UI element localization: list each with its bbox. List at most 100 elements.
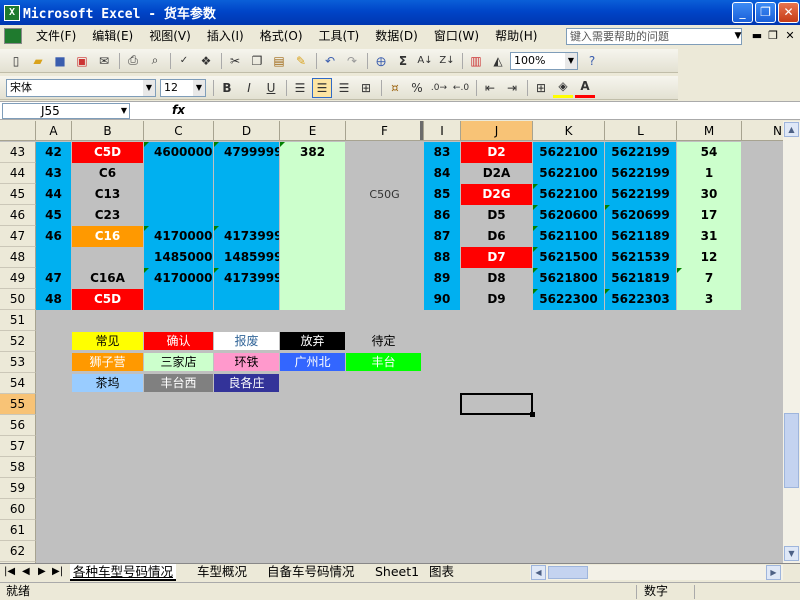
- cell-l45[interactable]: 5622199: [605, 184, 676, 205]
- row-header-52[interactable]: 52: [0, 331, 36, 352]
- hyperlink-icon[interactable]: 🜨: [371, 51, 391, 71]
- cell-i50[interactable]: 90: [424, 289, 460, 310]
- cell-c48[interactable]: 1485000: [144, 247, 213, 268]
- cell-i48[interactable]: 88: [424, 247, 460, 268]
- row-header-58[interactable]: 58: [0, 457, 36, 478]
- cell-l48[interactable]: 5621539: [605, 247, 676, 268]
- sort-descending-icon[interactable]: Z↓: [437, 51, 457, 71]
- new-icon[interactable]: ▯: [6, 51, 26, 71]
- cell-i49[interactable]: 89: [424, 268, 460, 289]
- scroll-right-icon[interactable]: ▶: [766, 565, 781, 580]
- cell-e43[interactable]: 382: [280, 142, 345, 163]
- cell-d46[interactable]: [214, 205, 279, 226]
- cell-e45[interactable]: [280, 184, 345, 205]
- cell-l50[interactable]: 5622303: [605, 289, 676, 310]
- cell-m43[interactable]: 54: [677, 142, 741, 163]
- cell-c44[interactable]: [144, 163, 213, 184]
- paste-icon[interactable]: ▤: [269, 51, 289, 71]
- row-header-61[interactable]: 61: [0, 520, 36, 541]
- menu-view[interactable]: 视图(V): [141, 25, 199, 47]
- cell-j44[interactable]: D2A: [461, 163, 532, 184]
- increase-indent-icon[interactable]: ⇥: [502, 78, 522, 98]
- column-header-k[interactable]: K: [533, 121, 605, 141]
- row-header-55[interactable]: 55: [0, 394, 36, 415]
- cell-c45[interactable]: [144, 184, 213, 205]
- percent-icon[interactable]: %: [407, 78, 427, 98]
- cell-b44[interactable]: C6: [72, 163, 143, 184]
- cell-d47[interactable]: 4173999: [214, 226, 279, 247]
- sheet-tab-3[interactable]: Sheet1: [372, 564, 422, 581]
- close-button[interactable]: ✕: [778, 2, 799, 23]
- sheet-tab-1[interactable]: 车型概况: [194, 564, 250, 581]
- cut-icon[interactable]: ✂: [225, 51, 245, 71]
- column-header-c[interactable]: C: [144, 121, 214, 141]
- doc-minimize-button[interactable]: ▬: [750, 29, 764, 43]
- row-header-49[interactable]: 49: [0, 268, 36, 289]
- cell-m49[interactable]: 7: [677, 268, 741, 289]
- freeze-split-bar[interactable]: [420, 121, 424, 141]
- font-size-select[interactable]: 12 ▼: [160, 78, 206, 97]
- cell-m45[interactable]: 30: [677, 184, 741, 205]
- cell-f46[interactable]: [346, 205, 423, 226]
- cell-k46[interactable]: 5620600: [533, 205, 604, 226]
- row-header-43[interactable]: 43: [0, 142, 36, 163]
- fill-color-icon[interactable]: ◈: [553, 78, 573, 98]
- menu-insert[interactable]: 插入(I): [199, 25, 252, 47]
- cell-b45[interactable]: C13: [72, 184, 143, 205]
- cell-l46[interactable]: 5620699: [605, 205, 676, 226]
- cell-c47[interactable]: 4170000: [144, 226, 213, 247]
- increase-decimal-icon[interactable]: .0→: [429, 78, 449, 98]
- cell-k48[interactable]: 5621500: [533, 247, 604, 268]
- cell-j50[interactable]: D9: [461, 289, 532, 310]
- chevron-down-icon[interactable]: ▼: [565, 52, 577, 69]
- name-box[interactable]: J55 ▼: [2, 103, 130, 119]
- cell-a49[interactable]: 47: [36, 268, 71, 289]
- align-center-icon[interactable]: ☰: [312, 77, 332, 98]
- cell-k49[interactable]: 5621800: [533, 268, 604, 289]
- cell-e49[interactable]: [280, 268, 345, 289]
- underline-button[interactable]: U: [261, 78, 281, 98]
- menu-file[interactable]: 文件(F): [28, 25, 84, 47]
- column-header-f[interactable]: F: [346, 121, 424, 141]
- redo-icon[interactable]: ↷: [342, 51, 362, 71]
- minimize-button[interactable]: _: [732, 2, 753, 23]
- help-icon[interactable]: ?: [582, 51, 602, 71]
- currency-icon[interactable]: ¤: [385, 78, 405, 98]
- workbook-icon[interactable]: [4, 28, 22, 44]
- row-header-60[interactable]: 60: [0, 499, 36, 520]
- prev-sheet-icon[interactable]: ◀: [22, 566, 30, 577]
- cell-b47[interactable]: C16: [72, 226, 143, 247]
- cell-b46[interactable]: C23: [72, 205, 143, 226]
- cell-d49[interactable]: 4173999: [214, 268, 279, 289]
- row-header-62[interactable]: 62: [0, 541, 36, 562]
- row-header-51[interactable]: 51: [0, 310, 36, 331]
- cell-k43[interactable]: 5622100: [533, 142, 604, 163]
- print-preview-icon[interactable]: ⌕: [145, 51, 165, 71]
- active-cell-selection[interactable]: [460, 393, 535, 417]
- spelling-icon[interactable]: ✓: [174, 51, 194, 71]
- cell-a44[interactable]: 43: [36, 163, 71, 184]
- cell-d48[interactable]: 1485999: [214, 247, 279, 268]
- open-icon[interactable]: ▰: [28, 51, 48, 71]
- cell-l47[interactable]: 5621189: [605, 226, 676, 247]
- row-header-47[interactable]: 47: [0, 226, 36, 247]
- cell-k44[interactable]: 5622100: [533, 163, 604, 184]
- align-left-icon[interactable]: ☰: [290, 78, 310, 98]
- horizontal-scrollbar[interactable]: ◀ ▶: [530, 565, 783, 580]
- align-right-icon[interactable]: ☰: [334, 78, 354, 98]
- row-header-46[interactable]: 46: [0, 205, 36, 226]
- cell-e48[interactable]: [280, 247, 345, 268]
- sheet-tab-4[interactable]: 图表: [426, 564, 457, 581]
- select-all-corner[interactable]: [0, 121, 36, 141]
- column-header-j[interactable]: J: [461, 121, 533, 141]
- research-icon[interactable]: ❖: [196, 51, 216, 71]
- autosum-icon[interactable]: Σ: [393, 51, 413, 71]
- doc-close-button[interactable]: ✕: [783, 29, 797, 43]
- save-icon[interactable]: ■: [50, 51, 70, 71]
- menu-window[interactable]: 窗口(W): [426, 25, 487, 47]
- merge-center-icon[interactable]: ⊞: [356, 78, 376, 98]
- scroll-thumb[interactable]: [784, 413, 799, 488]
- cell-b48[interactable]: [72, 247, 143, 268]
- scroll-left-icon[interactable]: ◀: [531, 565, 546, 580]
- menu-edit[interactable]: 编辑(E): [84, 25, 141, 47]
